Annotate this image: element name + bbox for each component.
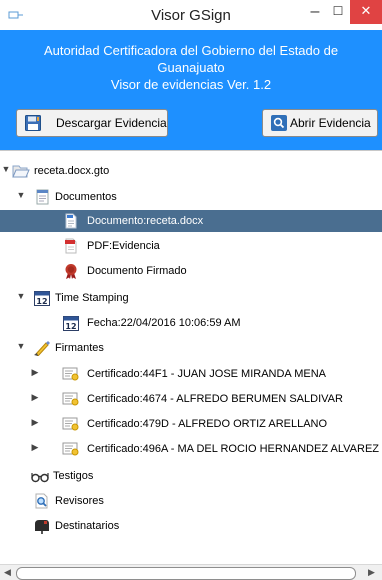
download-evidence-button[interactable]: Descargar Evidencia — [16, 109, 168, 137]
expand-icon[interactable]: ▶ — [30, 367, 40, 378]
folder-open-icon — [12, 165, 30, 178]
minimize-button[interactable]: – — [306, 3, 324, 23]
collapse-icon[interactable]: ▼ — [1, 164, 11, 174]
tree-item-revisores[interactable]: Revisores — [0, 490, 382, 512]
certificate-icon — [62, 442, 79, 456]
tree-label-firmado: Documento Firmado — [87, 265, 187, 277]
calendar-icon: 12 — [34, 291, 50, 306]
tree-item-documentos[interactable]: ▼ Documentos — [0, 186, 382, 208]
tree-label-documento: Documento:receta.docx — [87, 215, 204, 227]
tree-item-testigos[interactable]: Testigos — [0, 465, 382, 487]
tree-item-root[interactable]: ▼ receta.docx.gto — [0, 160, 382, 182]
tree-label-pdf: PDF:Evidencia — [87, 240, 160, 252]
search-icon — [271, 115, 287, 131]
expand-icon[interactable]: ▶ — [30, 417, 40, 428]
collapse-icon[interactable]: ▼ — [16, 190, 26, 200]
tree-label-certificado: Certificado:4674 - ALFREDO BERUMEN SALDI… — [87, 393, 343, 405]
collapse-icon[interactable]: ▼ — [16, 341, 26, 351]
scroll-left-arrow-icon[interactable]: ◀ — [4, 565, 16, 580]
tree-item-firmado[interactable]: Documento Firmado — [0, 260, 382, 282]
tree-item-pdf[interactable]: PDF:Evidencia — [0, 235, 382, 257]
evidence-tree[interactable]: ▼ receta.docx.gto ▼ Documentos Documento… — [0, 151, 382, 564]
tree-label-time-stamping: Time Stamping — [55, 292, 129, 304]
tree-item-destinatarios[interactable]: Destinatarios — [0, 515, 382, 537]
save-icon — [25, 115, 41, 131]
tree-label-certificado: Certificado:44F1 - JUAN JOSE MIRANDA MEN… — [87, 368, 327, 380]
svg-text:12: 12 — [36, 297, 47, 306]
expand-icon[interactable]: ▶ — [30, 442, 40, 453]
mailbox-icon — [35, 520, 49, 534]
header-subtitle: Visor de evidencias Ver. 1.2 — [110, 77, 272, 92]
tree-label-certificado: Certificado:496A - MA DEL ROCIO HERNANDE… — [87, 443, 379, 455]
tree-label-destinatarios: Destinatarios — [55, 520, 120, 532]
svg-text:12: 12 — [65, 322, 76, 331]
signers-pen-icon — [34, 341, 50, 356]
open-evidence-button[interactable]: Abrir Evidencia — [262, 109, 378, 137]
tree-item-fecha[interactable]: 12 Fecha:22/04/2016 10:06:59 AM — [0, 312, 382, 334]
magnifier-document-icon — [35, 493, 48, 509]
open-evidence-label: Abrir Evidencia — [290, 116, 371, 130]
expand-icon[interactable]: ▶ — [30, 392, 40, 403]
tree-item-documento-selected[interactable]: Documento:receta.docx — [0, 210, 382, 232]
scrollbar-thumb[interactable] — [16, 567, 356, 580]
documents-icon — [36, 189, 49, 205]
certificate-icon — [62, 417, 79, 431]
tree-item-certificado[interactable]: ▶ Certificado:44F1 - JUAN JOSE MIRANDA M… — [0, 363, 382, 385]
tree-label-revisores: Revisores — [55, 495, 104, 507]
certificate-icon — [62, 367, 79, 381]
tree-label-fecha: Fecha:22/04/2016 10:06:59 AM — [87, 317, 241, 329]
tree-label-firmantes: Firmantes — [55, 342, 104, 354]
tree-item-firmantes[interactable]: ▼ Firmantes — [0, 337, 382, 359]
close-button[interactable]: ✕ — [350, 0, 382, 24]
collapse-icon[interactable]: ▼ — [16, 291, 26, 301]
calendar-icon: 12 — [63, 316, 79, 331]
pdf-icon — [65, 238, 77, 254]
header-panel: Autoridad Certificadora del Gobierno del… — [0, 30, 382, 150]
tree-label-testigos: Testigos — [53, 470, 94, 482]
certificate-icon — [62, 392, 79, 406]
horizontal-scrollbar[interactable]: ◀ ▶ — [0, 564, 382, 580]
tree-label-certificado: Certificado:479D - ALFREDO ORTIZ ARELLAN… — [87, 418, 328, 430]
document-icon — [65, 213, 77, 229]
download-evidence-label: Descargar Evidencia — [56, 116, 167, 130]
tree-item-certificado[interactable]: ▶ Certificado:4674 - ALFREDO BERUMEN SAL… — [0, 388, 382, 410]
tree-label-documentos: Documentos — [55, 191, 117, 203]
tree-item-certificado[interactable]: ▶ Certificado:496A - MA DEL ROCIO HERNAN… — [0, 438, 382, 460]
header-title-line2: Guanajuato — [157, 60, 225, 75]
header-title-line1: Autoridad Certificadora del Gobierno del… — [43, 43, 339, 58]
window-title: Visor GSign — [151, 7, 231, 24]
title-bar: Visor GSign – ☐ ✕ — [0, 0, 382, 31]
tree-item-certificado[interactable]: ▶ Certificado:479D - ALFREDO ORTIZ ARELL… — [0, 413, 382, 435]
scroll-right-arrow-icon[interactable]: ▶ — [368, 565, 380, 580]
seal-icon — [65, 264, 77, 279]
tree-label-root: receta.docx.gto — [34, 165, 110, 177]
maximize-button[interactable]: ☐ — [329, 4, 347, 24]
tree-item-time-stamping[interactable]: ▼ 12 Time Stamping — [0, 287, 382, 309]
glasses-icon — [31, 473, 49, 483]
